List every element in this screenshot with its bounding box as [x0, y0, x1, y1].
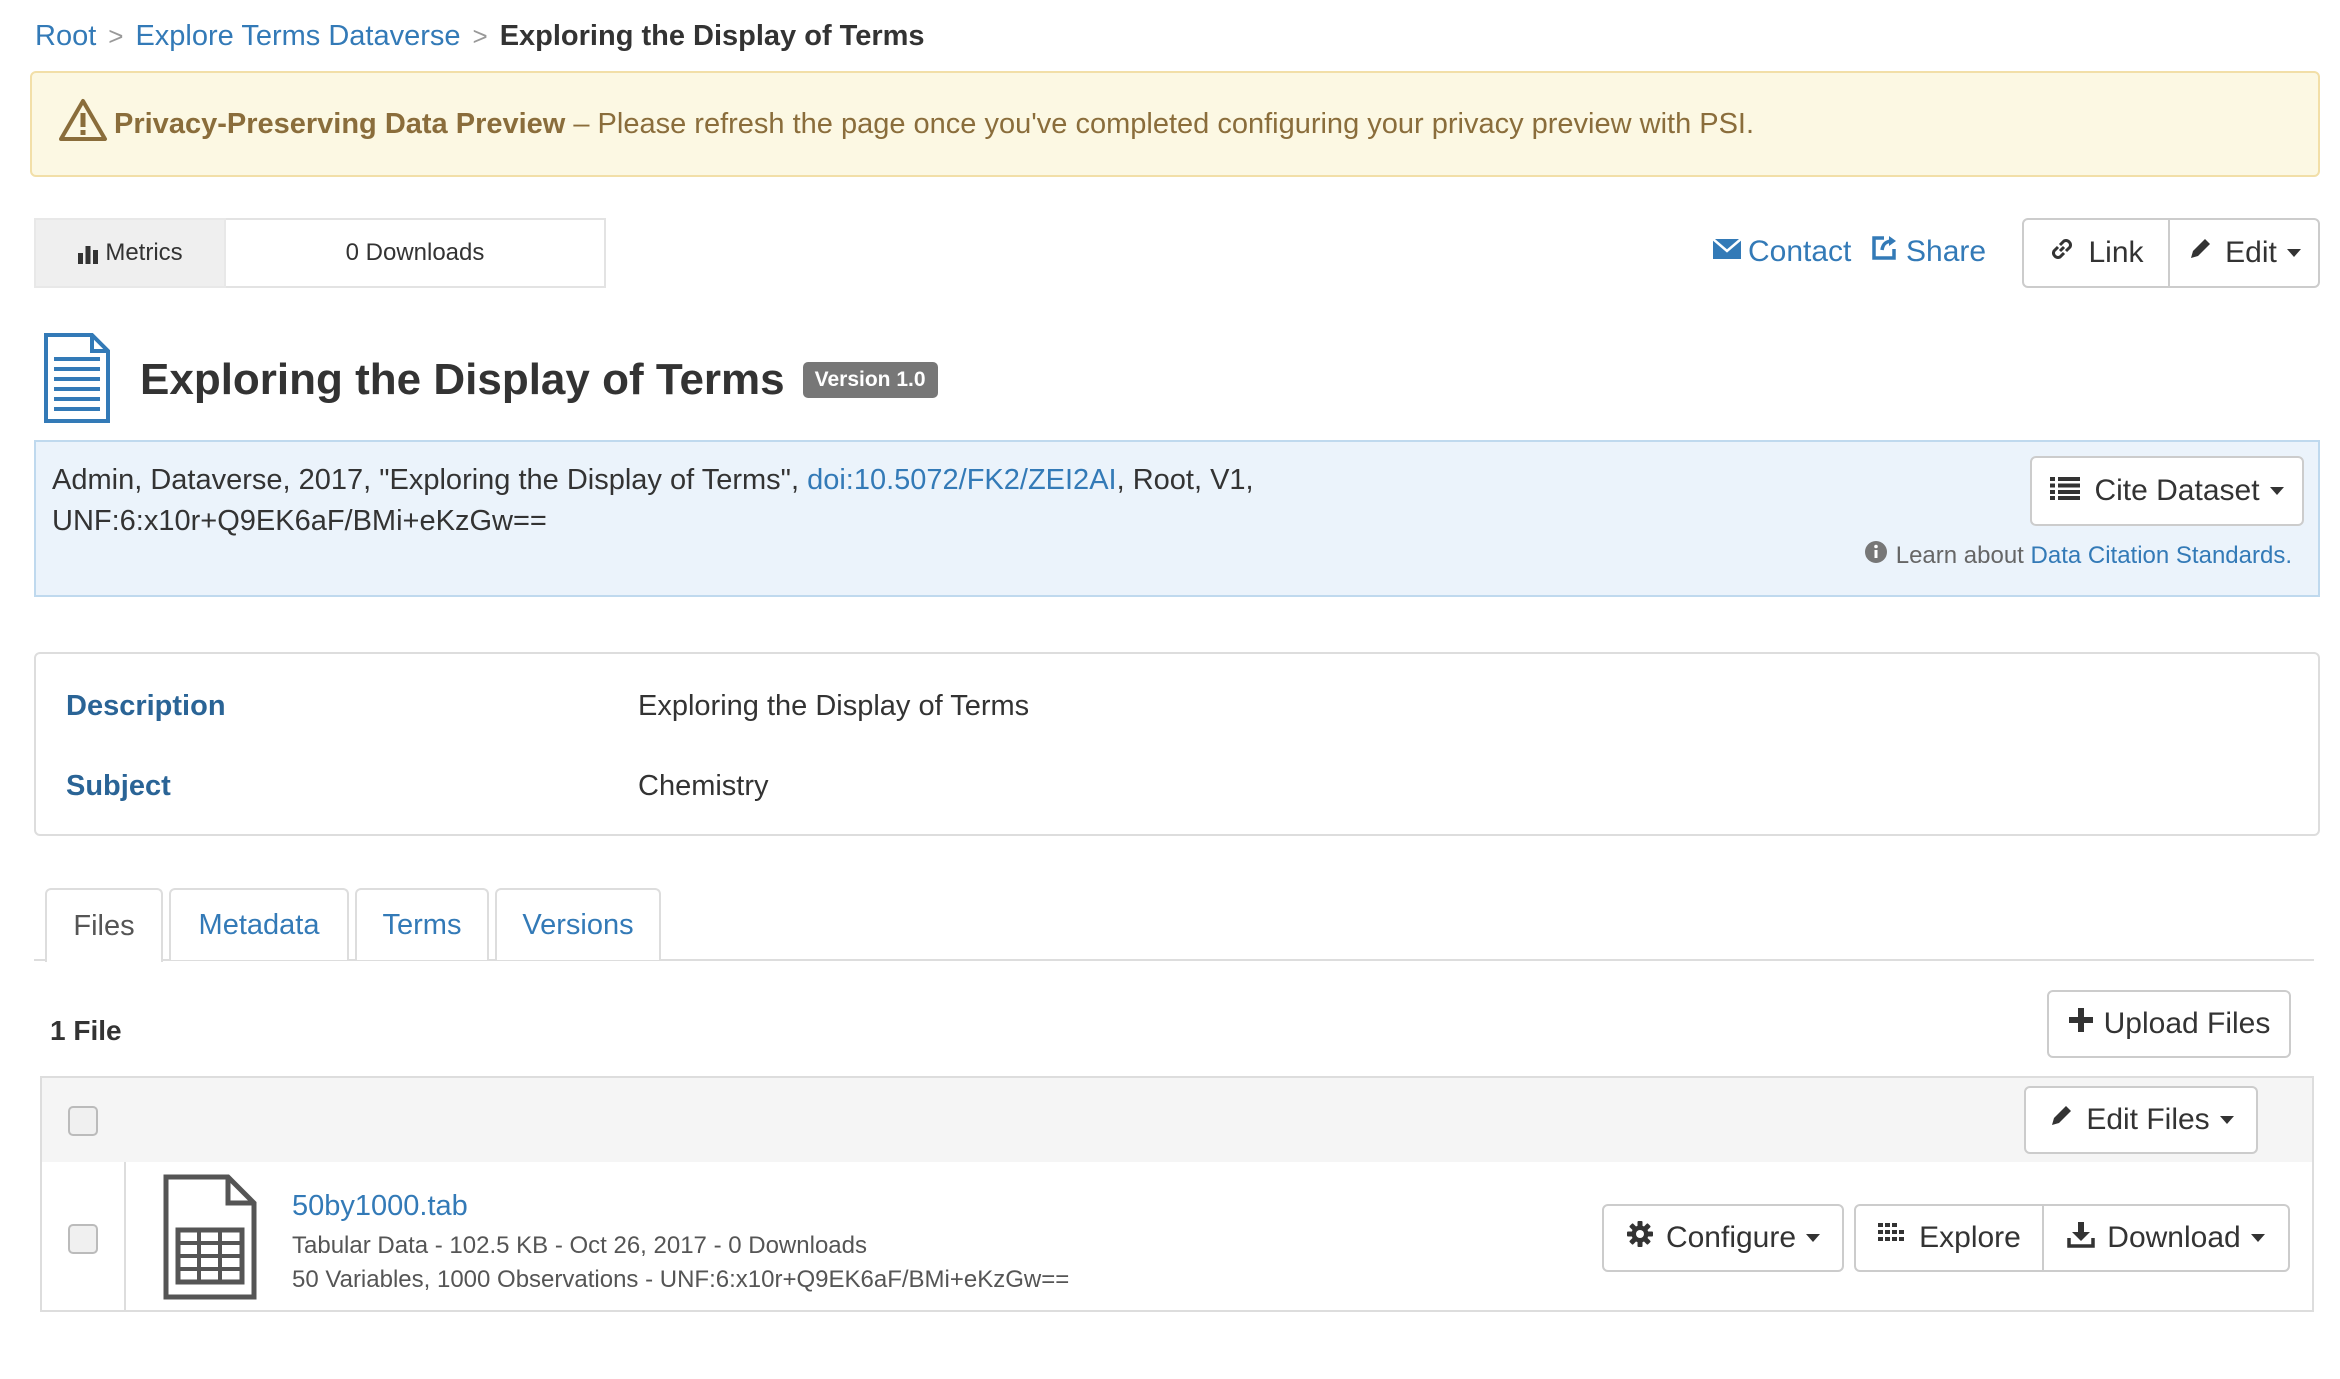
files-count: 1 File: [50, 1015, 122, 1046]
pencil-icon: [2048, 1103, 2086, 1137]
citation-text: Admin, Dataverse, 2017, "Exploring the D…: [52, 464, 1254, 537]
breadcrumb-separator: >: [472, 20, 488, 51]
file-meta-variables: 50 Variables, 1000 Observations - UNF:6:…: [292, 1266, 1070, 1293]
data-citation-standards-link[interactable]: Data Citation Standards.: [2031, 542, 2292, 570]
upload-files-button[interactable]: Upload Files: [2047, 990, 2291, 1058]
contact-link[interactable]: Contact: [1712, 226, 1851, 278]
files-table-header: Edit Files: [40, 1076, 2314, 1164]
share-icon: [1870, 234, 1906, 270]
learn-citation-standards: Learn about Data Citation Standards.: [1864, 540, 2292, 571]
explore-download-group: Explore Download: [1854, 1204, 2290, 1272]
edit-files-button[interactable]: Edit Files: [2024, 1086, 2258, 1154]
breadcrumb-current: Exploring the Display of Terms: [499, 19, 925, 52]
edit-dropdown-button[interactable]: Edit: [2170, 218, 2320, 288]
downloads-count: 0 Downloads: [226, 218, 606, 288]
bar-chart-icon: [77, 239, 105, 267]
privacy-preview-alert: Privacy-Preserving Data Preview – Please…: [30, 71, 2320, 177]
breadcrumb-separator: >: [108, 20, 124, 51]
link-icon: [2048, 235, 2088, 271]
configure-button[interactable]: Configure: [1602, 1204, 1844, 1272]
caret-down-icon: [2250, 1234, 2265, 1242]
tab-versions[interactable]: Versions: [495, 888, 661, 960]
envelope-icon: [1712, 235, 1748, 269]
select-all-checkbox[interactable]: [68, 1106, 98, 1136]
link-edit-group: Link Edit: [2022, 218, 2320, 288]
tabular-file-icon: [162, 1174, 258, 1305]
breadcrumb-root-link[interactable]: Root: [35, 20, 96, 53]
dataset-title: Exploring the Display of Terms: [140, 355, 785, 404]
subject-value: Chemistry: [638, 770, 769, 802]
tab-files[interactable]: Files: [45, 888, 163, 962]
breadcrumb-dataverse-link[interactable]: Explore Terms Dataverse: [135, 20, 460, 53]
caret-down-icon: [2286, 249, 2301, 257]
explore-button[interactable]: Explore: [1854, 1204, 2044, 1272]
alert-title: Privacy-Preserving Data Preview: [114, 107, 566, 140]
tab-metadata[interactable]: Metadata: [169, 888, 349, 960]
cite-dataset-button[interactable]: Cite Dataset: [2030, 456, 2304, 526]
tab-terms[interactable]: Terms: [355, 888, 489, 960]
citation-unf: UNF:6:x10r+Q9EK6aF/BMi+eKzGw==: [52, 505, 547, 537]
list-icon: [2050, 474, 2094, 508]
metrics-panel: Metrics 0 Downloads: [34, 218, 606, 288]
share-link[interactable]: Share: [1870, 226, 1986, 278]
download-button[interactable]: Download: [2044, 1204, 2290, 1272]
pencil-icon: [2187, 236, 2225, 270]
dataset-tabs: Files Metadata Terms Versions: [45, 888, 667, 962]
metadata-summary: Description Exploring the Display of Ter…: [34, 652, 2320, 836]
subject-label: Subject: [66, 770, 171, 802]
file-name-link[interactable]: 50by1000.tab: [292, 1190, 468, 1223]
warning-icon: [58, 98, 108, 150]
row-divider: [124, 1162, 126, 1310]
caret-down-icon: [1806, 1234, 1821, 1242]
citation-box: Admin, Dataverse, 2017, "Exploring the D…: [34, 440, 2320, 597]
dotted-grid-icon: [1877, 1221, 1919, 1255]
version-badge: Version 1.0: [802, 362, 938, 398]
description-value: Exploring the Display of Terms: [638, 690, 1030, 722]
breadcrumb: Root > Explore Terms Dataverse > Explori…: [35, 14, 925, 58]
plus-icon: [2068, 1007, 2104, 1041]
gear-icon: [1626, 1220, 1666, 1256]
file-meta-summary: Tabular Data - 102.5 KB - Oct 26, 2017 -…: [292, 1232, 867, 1259]
doi-link[interactable]: doi:10.5072/FK2/ZEI2AI: [807, 464, 1117, 496]
link-button[interactable]: Link: [2022, 218, 2170, 288]
info-icon: [1864, 540, 1896, 571]
download-icon: [2067, 1220, 2107, 1256]
alert-message: – Please refresh the page once you've co…: [573, 107, 1755, 140]
metrics-label: Metrics: [34, 218, 226, 288]
caret-down-icon: [2269, 487, 2284, 495]
file-checkbox[interactable]: [68, 1224, 98, 1254]
document-icon: [42, 332, 112, 428]
file-row: 50by1000.tab Tabular Data - 102.5 KB - O…: [40, 1162, 2314, 1312]
caret-down-icon: [2219, 1116, 2234, 1124]
dataset-title-row: Exploring the Display of Terms Version 1…: [42, 330, 938, 430]
description-label: Description: [66, 690, 226, 722]
